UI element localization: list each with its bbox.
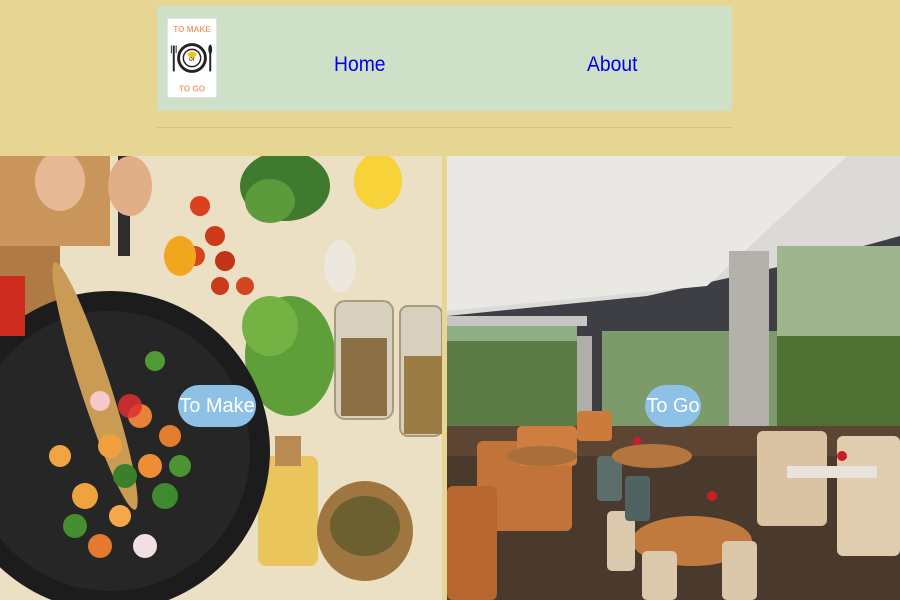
site-header: TO MAKE or TO GO Home About <box>157 6 732 111</box>
site-logo[interactable]: TO MAKE or TO GO <box>167 18 217 98</box>
nav-home-link[interactable]: Home <box>334 53 386 77</box>
cooking-photo <box>0 156 442 600</box>
to-go-tile[interactable]: To Go <box>447 156 900 600</box>
logo-text-top: TO MAKE <box>173 25 211 34</box>
to-go-button[interactable]: To Go <box>645 385 701 427</box>
nav-about-link[interactable]: About <box>587 53 637 77</box>
logo-text-bottom: TO GO <box>179 85 205 94</box>
restaurant-photo <box>447 156 900 600</box>
logo-text-mid: or <box>189 56 196 63</box>
logo-plate-icon: TO MAKE or TO GO <box>170 25 213 94</box>
header-divider <box>157 127 732 128</box>
to-make-button[interactable]: To Make <box>178 385 256 427</box>
to-make-tile[interactable]: To Make <box>0 156 442 600</box>
